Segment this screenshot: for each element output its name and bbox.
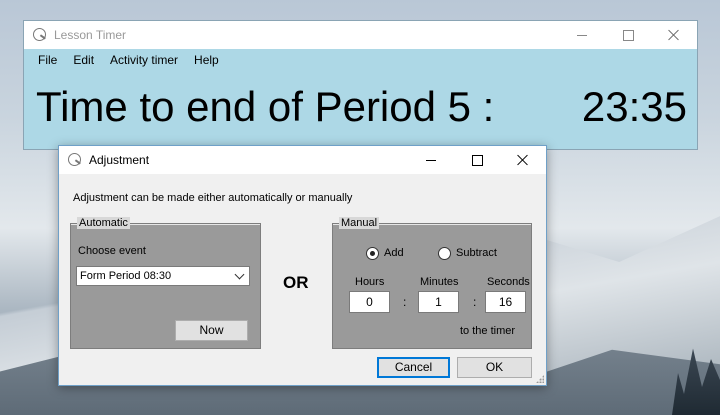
automatic-group: Automatic Choose event Form Period 08:30… [70, 217, 261, 349]
minutes-label: Minutes [420, 276, 459, 288]
manual-group: Manual Add Subtract Hours Minutes Second… [332, 217, 532, 349]
minutes-input[interactable]: 1 [418, 291, 459, 313]
to-the-timer-label: to the timer [460, 325, 516, 337]
minimize-icon [577, 34, 587, 36]
close-icon [517, 154, 529, 166]
countdown-display: Time to end of Period 5 : 23:35 [36, 85, 687, 129]
subtract-radio-label[interactable]: Subtract [456, 247, 497, 259]
subtract-radio[interactable] [438, 247, 451, 260]
menu-help[interactable]: Help [186, 49, 227, 71]
app-icon [32, 27, 48, 43]
dialog-titlebar[interactable]: Adjustment [59, 146, 546, 174]
event-select[interactable]: Form Period 08:30 [76, 266, 250, 286]
menu-file[interactable]: File [30, 49, 65, 71]
maximize-icon [471, 154, 483, 166]
dialog-close-button[interactable] [500, 146, 546, 174]
now-button[interactable]: Now [175, 320, 248, 341]
countdown-label: Time to end of Period 5 : [36, 83, 495, 130]
close-icon [668, 29, 680, 41]
manual-legend: Manual [339, 217, 380, 229]
add-radio[interactable] [366, 247, 379, 260]
dialog-minimize-button[interactable] [408, 146, 454, 174]
automatic-legend: Automatic [77, 217, 130, 229]
add-radio-label[interactable]: Add [384, 247, 404, 259]
resize-grip-icon[interactable] [536, 375, 544, 383]
hours-input[interactable]: 0 [349, 291, 390, 313]
instruction-text: Adjustment can be made either automatica… [73, 192, 353, 204]
countdown-value: 23:35 [581, 83, 687, 130]
ok-button[interactable]: OK [457, 357, 532, 378]
adjustment-dialog: Adjustment Adjustment can be made either… [58, 145, 547, 386]
maximize-icon [622, 29, 634, 41]
seconds-input[interactable]: 16 [485, 291, 526, 313]
event-select-value: Form Period 08:30 [80, 270, 172, 282]
seconds-label: Seconds [487, 276, 530, 288]
minimize-button[interactable] [559, 21, 605, 49]
colon-2: : [473, 295, 477, 309]
lesson-timer-window: Lesson Timer File Edit Activity timer He… [23, 20, 698, 150]
dialog-app-icon [67, 152, 83, 168]
choose-event-label: Choose event [78, 245, 146, 257]
cancel-button[interactable]: Cancel [377, 357, 450, 378]
hours-label: Hours [355, 276, 385, 288]
chevron-down-icon[interactable] [234, 269, 245, 280]
menu-bar: File Edit Activity timer Help [24, 49, 697, 71]
colon-1: : [403, 295, 407, 309]
main-window-title: Lesson Timer [54, 28, 127, 42]
close-button[interactable] [651, 21, 697, 49]
menu-edit[interactable]: Edit [65, 49, 102, 71]
dialog-maximize-button[interactable] [454, 146, 500, 174]
main-titlebar[interactable]: Lesson Timer [24, 21, 697, 49]
maximize-button[interactable] [605, 21, 651, 49]
or-label: OR [283, 273, 309, 292]
menu-activity-timer[interactable]: Activity timer [102, 49, 186, 71]
dialog-title: Adjustment [89, 153, 150, 167]
minimize-icon [426, 159, 436, 161]
